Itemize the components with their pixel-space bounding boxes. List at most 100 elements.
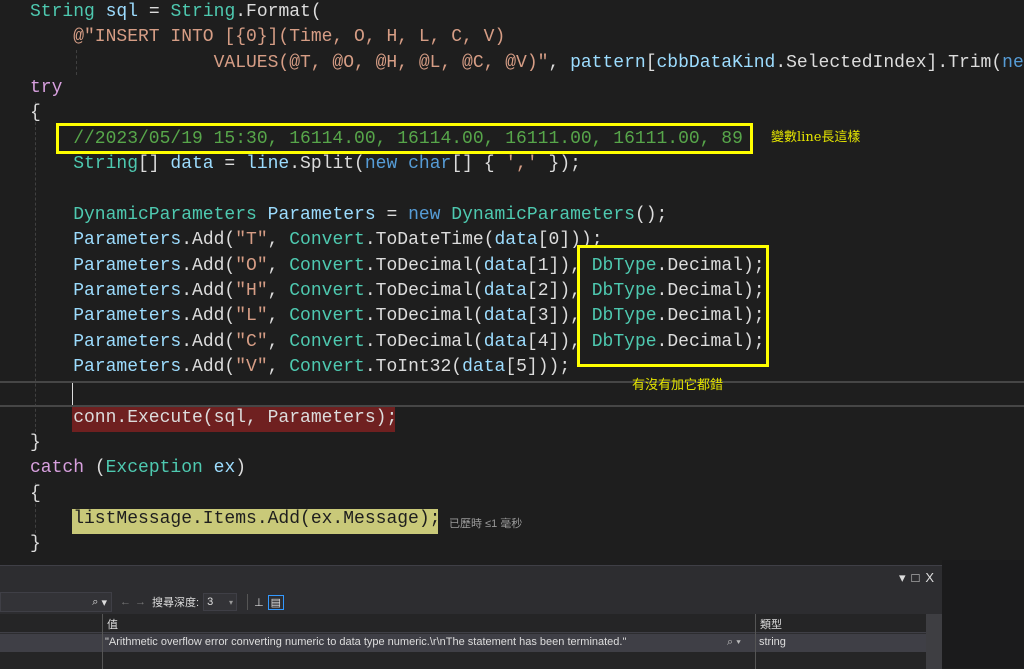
column-divider[interactable] [755, 614, 756, 669]
panel-toolbar: ⌕ ▾ ← → 搜尋深度: 3 ▾ ⊥ ▤ [0, 590, 942, 614]
maximize-icon[interactable]: □ [911, 570, 919, 586]
code-token: char [408, 154, 452, 175]
search-input[interactable]: ⌕ ▾ [0, 592, 112, 612]
code-token: Convert [289, 230, 365, 251]
code-token: .Add( [181, 356, 236, 377]
code-token: (); [634, 204, 668, 225]
code-line[interactable]: { [30, 482, 41, 507]
vertical-scrollbar[interactable] [926, 614, 942, 669]
code-token: .ToDecimal( [364, 255, 484, 276]
code-token: "T" [235, 230, 268, 251]
code-token: DynamicParameters [451, 204, 635, 225]
code-token: .Add( [181, 230, 236, 251]
code-line[interactable]: { [30, 101, 41, 126]
code-token: } [30, 432, 41, 453]
code-token: , [267, 331, 290, 352]
code-token: catch [30, 458, 85, 479]
code-token: conn.Execute(sql, Parameters); [73, 407, 398, 428]
code-token: "V" [235, 356, 268, 377]
column-divider[interactable] [102, 614, 103, 669]
code-token: .ToDecimal( [364, 280, 484, 301]
code-token: .Add( [181, 280, 236, 301]
column-header-value[interactable]: 值 [107, 616, 118, 632]
code-token: cbbDataKind [656, 52, 776, 73]
code-token: [5])); [505, 356, 571, 377]
view-columns-icon[interactable]: ▤ [267, 594, 285, 610]
code-token: "L" [235, 306, 268, 327]
code-token: .Add( [181, 331, 236, 352]
visualizer-search-icon[interactable]: ⌕ ▾ [727, 636, 741, 649]
code-line[interactable]: conn.Execute(sql, Parameters); [73, 406, 397, 431]
code-token: , [548, 52, 571, 73]
code-token: new [408, 204, 441, 225]
code-token: listMessage.Items.Add(ex.Message); [73, 509, 441, 529]
code-token: sql [105, 2, 139, 22]
code-line[interactable]: Parameters.Add("T", Convert.ToDateTime(d… [73, 228, 602, 253]
close-icon[interactable]: X [925, 570, 934, 586]
code-token: data [483, 331, 527, 352]
dropdown-icon[interactable]: ▾ [899, 570, 906, 586]
code-token: DynamicParameters [73, 204, 257, 225]
code-line[interactable]: VALUES(@T, @O, @H, @L, @C, @V)", pattern… [214, 51, 1024, 76]
code-token: ex [213, 458, 236, 479]
code-token: [] [138, 154, 171, 175]
code-token: Convert [289, 356, 365, 377]
code-token: { [30, 103, 41, 124]
code-token: .Split( [289, 154, 365, 175]
code-token: Exception [105, 458, 203, 479]
code-token: Convert [289, 280, 365, 301]
code-token: Convert [289, 306, 365, 327]
search-depth-select[interactable]: 3 ▾ [203, 593, 238, 611]
code-token: .ToDecimal( [364, 331, 484, 352]
column-header-type[interactable]: 類型 [760, 616, 782, 632]
code-line[interactable]: catch (Exception ex) [30, 456, 246, 481]
code-token: data [170, 154, 214, 175]
code-token: String [73, 154, 138, 175]
code-token: [ [645, 52, 657, 73]
code-token: , [267, 230, 290, 251]
code-token: .Format( [235, 2, 322, 22]
code-token: pattern [570, 52, 646, 73]
code-token: .ToInt32( [364, 356, 463, 377]
code-token: String [30, 2, 95, 22]
code-token: .ToDecimal( [364, 306, 484, 327]
code-line[interactable]: @"INSERT INTO [{0}](Time, O, H, L, C, V) [73, 25, 505, 50]
code-token: try [30, 78, 63, 99]
code-line[interactable]: DynamicParameters Parameters = new Dynam… [73, 203, 667, 228]
code-token: .SelectedIndex].Trim( [775, 52, 1003, 73]
code-token: data [462, 356, 506, 377]
code-line[interactable]: try [30, 76, 62, 101]
side-area [942, 560, 1024, 668]
search-icon[interactable]: ⌕ [92, 596, 98, 609]
row-type: string [759, 636, 786, 648]
table-row[interactable] [0, 652, 942, 669]
code-token: , [267, 255, 290, 276]
code-line[interactable]: } [30, 532, 41, 557]
code-line[interactable]: Parameters.Add("V", Convert.ToInt32(data… [73, 355, 570, 380]
code-token: Parameters [73, 255, 182, 276]
code-token: ( [84, 458, 106, 479]
pin-icon[interactable]: ⊥ [254, 596, 264, 609]
code-token: ) [235, 458, 247, 479]
code-token: String [170, 2, 236, 22]
code-token: Parameters [73, 230, 182, 251]
back-arrow-icon[interactable]: ← [120, 596, 131, 608]
code-editor[interactable]: String sql = String.Format(@"INSERT INTO… [0, 0, 1024, 560]
code-token: , [267, 306, 290, 327]
code-line[interactable]: String sql = String.Format( [30, 0, 322, 25]
current-line-highlight [0, 381, 1024, 407]
code-line[interactable]: listMessage.Items.Add(ex.Message); [73, 507, 440, 532]
dbtype-annotation: 有沒有加它都錯 [632, 378, 724, 393]
code-token: @"INSERT INTO [{0}](Time, O, H, L, C, V) [73, 27, 506, 48]
table-row[interactable]: "Arithmetic overflow error converting nu… [0, 634, 942, 652]
code-token: { [30, 483, 41, 504]
code-line[interactable]: } [30, 431, 41, 456]
line-annotation: 變數line長這樣 [771, 130, 861, 145]
forward-arrow-icon[interactable]: → [135, 596, 146, 608]
code-line[interactable]: String[] data = line.Split(new char[] { … [73, 152, 581, 177]
